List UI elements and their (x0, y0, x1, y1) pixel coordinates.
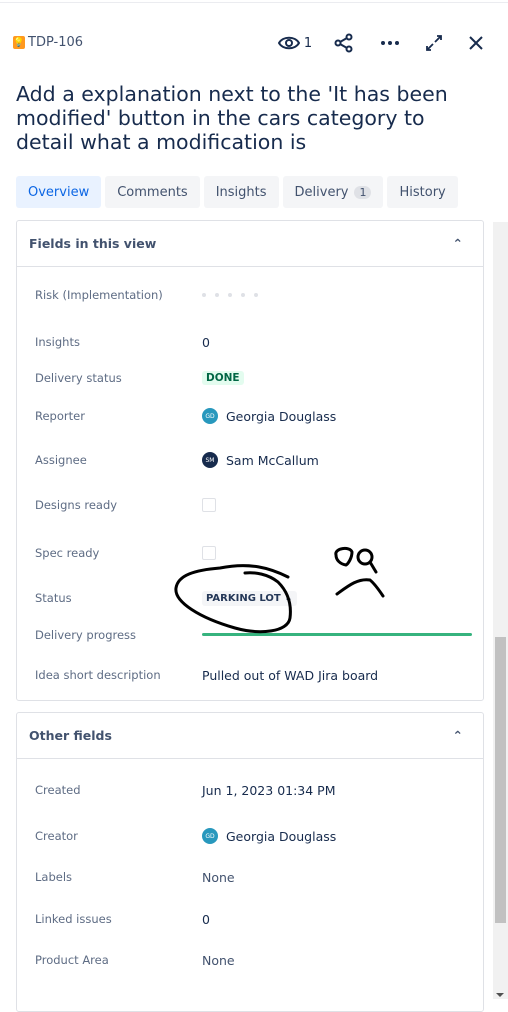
avatar: GD (202, 408, 218, 424)
expand-icon (426, 35, 442, 51)
idea-description-value[interactable]: Pulled out of WAD Jira board (202, 668, 378, 683)
eye-icon (277, 36, 300, 50)
more-button[interactable] (370, 30, 410, 56)
tab-delivery[interactable]: Delivery 1 (282, 176, 384, 208)
field-insights: Insights 0 (35, 334, 210, 350)
delivery-count-badge: 1 (354, 185, 372, 199)
close-button[interactable] (458, 30, 494, 56)
share-button[interactable] (324, 30, 364, 56)
more-icon (381, 41, 399, 45)
field-creator: Creator GD Georgia Douglass (35, 828, 337, 844)
top-divider (0, 0, 508, 3)
issue-title[interactable]: Add a explanation next to the 'It has be… (16, 82, 486, 154)
tab-overview[interactable]: Overview (16, 176, 102, 208)
fields-section-header[interactable]: Fields in this view ⌃ (17, 221, 483, 267)
linked-issues-value[interactable]: 0 (202, 912, 210, 927)
field-idea-description: Idea short description Pulled out of WAD … (35, 667, 379, 683)
creator-value[interactable]: GD Georgia Douglass (202, 828, 336, 844)
field-created: Created Jun 1, 2023 01:34 PM (35, 782, 336, 798)
scroll-down-icon[interactable] (496, 993, 504, 997)
insights-value[interactable]: 0 (202, 335, 210, 350)
labels-value[interactable]: None (202, 870, 235, 885)
handwritten-annotation (174, 546, 385, 634)
field-reporter: Reporter GD Georgia Douglass (35, 408, 337, 424)
share-icon (334, 33, 353, 53)
scrollbar[interactable] (493, 222, 508, 999)
chevron-up-icon: ⌃ (452, 728, 463, 743)
field-assignee: Assignee SM Sam McCallum (35, 452, 319, 468)
expand-button[interactable] (414, 30, 454, 56)
field-labels: Labels None (35, 869, 235, 885)
tab-insights[interactable]: Insights (203, 176, 279, 208)
other-fields-section: Other fields ⌃ Created Jun 1, 2023 01:34 P… (16, 712, 484, 1012)
designs-ready-checkbox[interactable] (202, 498, 216, 512)
tab-comments[interactable]: Comments (105, 176, 200, 208)
field-product-area: Product Area None (35, 952, 235, 968)
status-badge: DONE (202, 371, 244, 385)
field-risk: Risk (Implementation) (35, 285, 475, 305)
avatar: SM (202, 452, 218, 468)
lightbulb-icon: 💡 (13, 36, 25, 49)
reporter-value[interactable]: GD Georgia Douglass (202, 408, 336, 424)
avatar: GD (202, 828, 218, 844)
close-icon (469, 36, 483, 50)
field-linked-issues: Linked issues 0 (35, 911, 210, 927)
scrollbar-thumb[interactable] (495, 637, 506, 923)
risk-rating[interactable] (202, 293, 258, 297)
issue-key[interactable]: 💡 TDP-106 (13, 35, 83, 50)
header-actions: 1 (274, 30, 494, 56)
tab-bar: Overview Comments Insights Delivery 1 His… (16, 176, 458, 208)
field-designs-ready: Designs ready (35, 495, 475, 515)
product-area-value[interactable]: None (202, 953, 235, 968)
watch-button[interactable]: 1 (274, 30, 316, 56)
other-fields-header[interactable]: Other fields ⌃ (17, 713, 483, 759)
tab-history[interactable]: History (387, 176, 458, 208)
chevron-up-icon: ⌃ (452, 236, 463, 251)
assignee-value[interactable]: SM Sam McCallum (202, 452, 319, 468)
field-delivery-status: Delivery status DONE (35, 368, 475, 388)
